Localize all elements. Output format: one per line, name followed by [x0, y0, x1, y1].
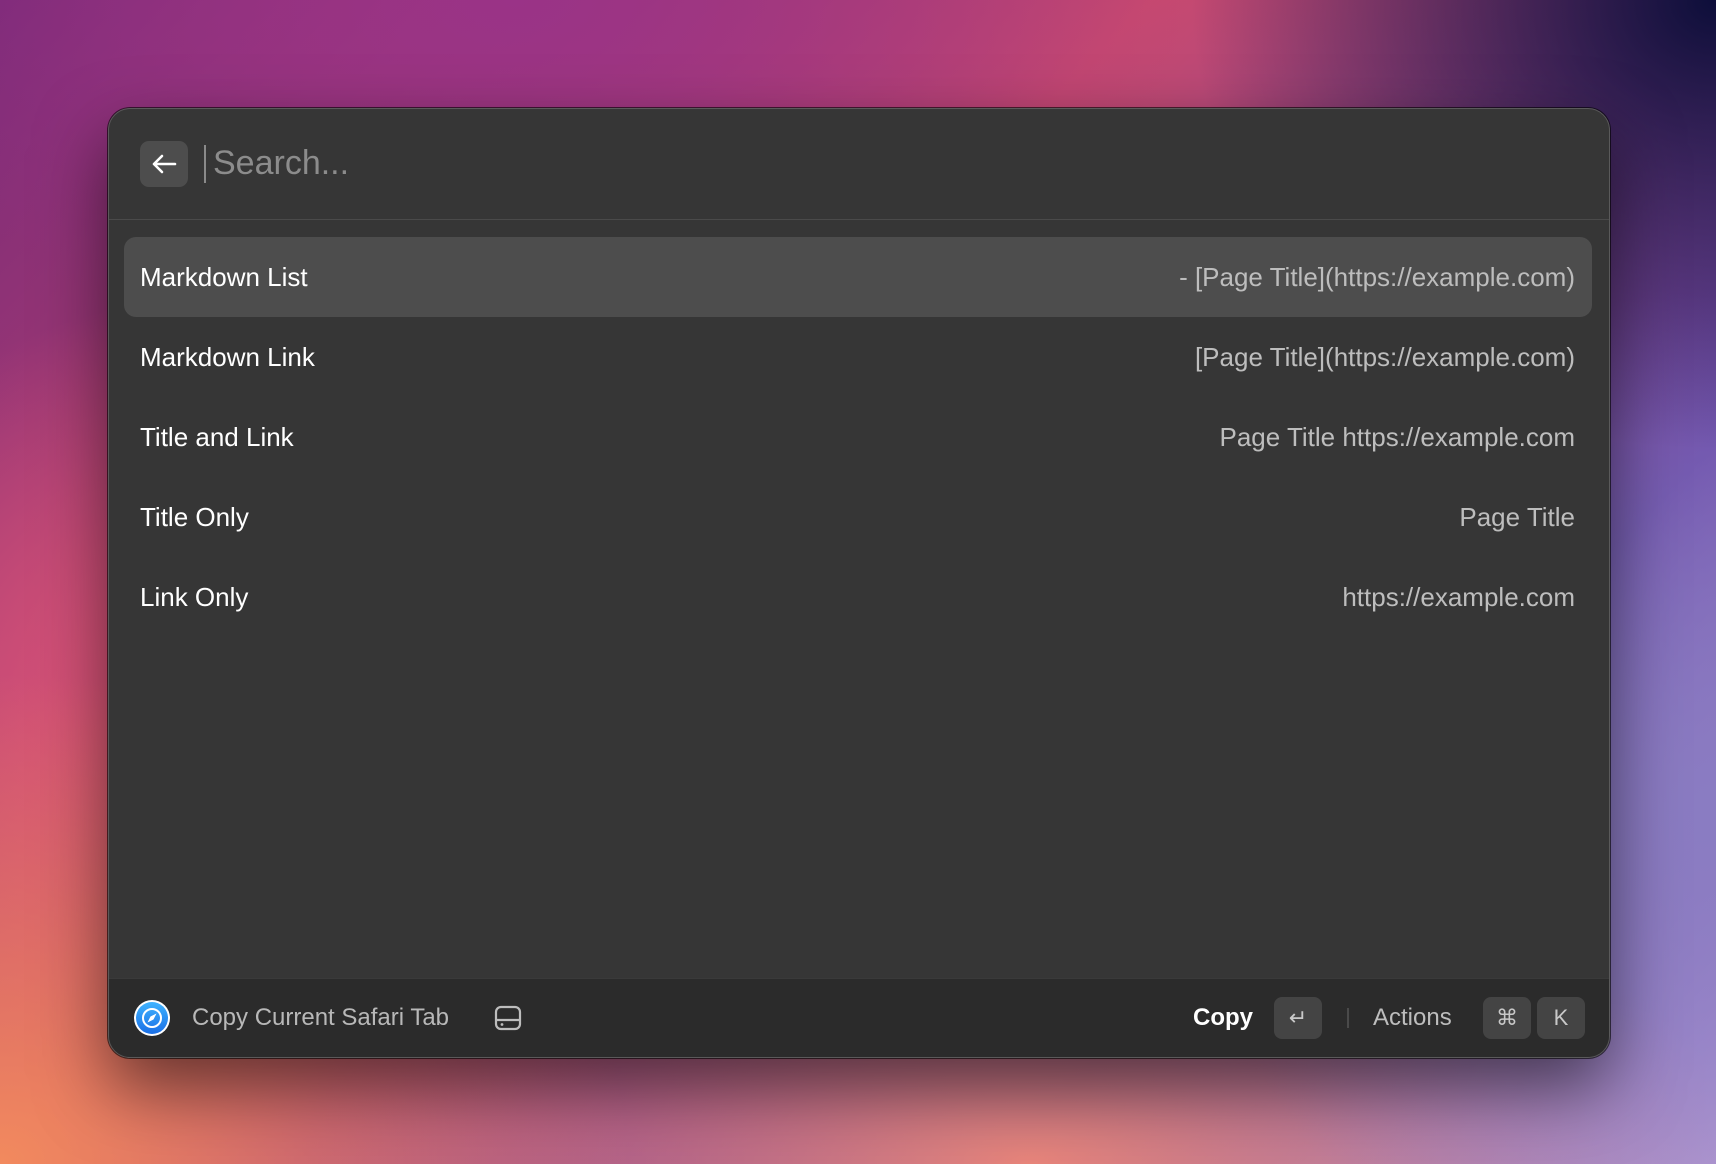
launcher-window: Markdown List - [Page Title](https://exa…: [108, 108, 1610, 1058]
item-title: Markdown Link: [140, 342, 315, 372]
item-preview: - [Page Title](https://example.com): [1179, 262, 1575, 292]
item-preview: https://example.com: [1342, 582, 1575, 612]
search-bar: [109, 109, 1609, 220]
list-item-markdown-link[interactable]: Markdown Link [Page Title](https://examp…: [124, 317, 1592, 397]
item-title: Link Only: [140, 582, 249, 612]
action-bar: Copy Current Safari Tab Copy ↵ Actions ⌘…: [109, 978, 1609, 1057]
drive-icon[interactable]: [493, 1003, 523, 1033]
item-title: Markdown List: [140, 262, 308, 292]
command-title: Copy Current Safari Tab: [192, 1004, 450, 1031]
enter-key-icon: ↵: [1274, 997, 1322, 1039]
copy-button[interactable]: Copy: [1193, 979, 1253, 1057]
search-input[interactable]: [205, 135, 1563, 191]
list-item-title-only[interactable]: Title Only Page Title: [124, 477, 1592, 557]
item-preview: Page Title: [1459, 502, 1575, 532]
k-key: K: [1537, 997, 1585, 1039]
results-list: Markdown List - [Page Title](https://exa…: [124, 237, 1592, 637]
item-title: Title and Link: [140, 422, 294, 452]
item-preview: [Page Title](https://example.com): [1194, 342, 1575, 372]
command-key-icon: ⌘: [1483, 997, 1531, 1039]
arrow-left-icon: [152, 154, 177, 174]
safari-compass-icon: [134, 1000, 170, 1036]
list-item-link-only[interactable]: Link Only https://example.com: [124, 557, 1592, 637]
item-title: Title Only: [140, 502, 249, 532]
divider: [1347, 1008, 1349, 1028]
back-button[interactable]: [140, 141, 188, 187]
list-item-markdown-list[interactable]: Markdown List - [Page Title](https://exa…: [124, 237, 1592, 317]
list-item-title-and-link[interactable]: Title and Link Page Title https://exampl…: [124, 397, 1592, 477]
item-preview: Page Title https://example.com: [1219, 422, 1575, 452]
actions-button[interactable]: Actions: [1373, 979, 1452, 1057]
